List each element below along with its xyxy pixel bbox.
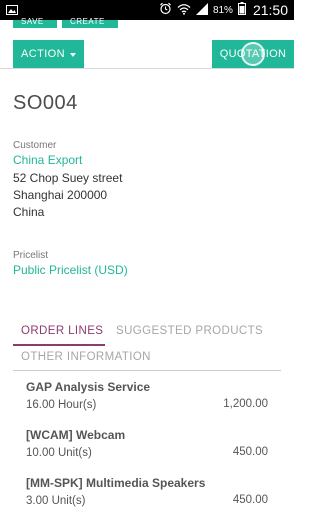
- battery-percent: 81%: [212, 4, 233, 16]
- image-icon: [6, 3, 18, 21]
- tab-other-information[interactable]: OTHER INFORMATION: [21, 351, 151, 363]
- address-line-3: China: [13, 205, 45, 219]
- order-reference: SO004: [13, 92, 78, 114]
- pricelist-link[interactable]: Public Pricelist (USD): [13, 263, 128, 277]
- order-line[interactable]: [WCAM] Webcam 10.00 Unit(s) 450.00: [26, 428, 268, 459]
- action-button-label: ACTION: [21, 48, 65, 60]
- order-line-product: [MM-SPK] Multimedia Speakers: [26, 476, 206, 490]
- wifi-icon: [177, 3, 191, 18]
- status-bar: 81% 21:50: [0, 0, 294, 20]
- tab-order-lines[interactable]: ORDER LINES: [13, 320, 105, 346]
- address-line-1: 52 Chop Suey street: [13, 171, 123, 185]
- create-button[interactable]: CREATE: [62, 17, 118, 28]
- save-button[interactable]: SAVE: [13, 17, 57, 28]
- tab-suggested-products[interactable]: SUGGESTED PRODUCTS: [116, 325, 263, 337]
- caret-down-icon: [69, 52, 76, 57]
- order-line-quantity: 3.00 Unit(s): [26, 495, 86, 507]
- customer-link[interactable]: China Export: [13, 153, 82, 167]
- order-line-amount: 450.00: [232, 446, 268, 458]
- action-dropdown-button[interactable]: ACTION: [13, 40, 84, 68]
- tabs-divider: [13, 370, 281, 371]
- alarm-icon: [159, 2, 172, 18]
- order-line-amount: 1,200.00: [223, 398, 268, 410]
- clock: 21:50: [252, 2, 288, 18]
- top-button-row: SAVE CREATE: [0, 17, 294, 28]
- pricelist-label: Pricelist: [13, 250, 49, 261]
- address-line-2: Shanghai 200000: [13, 188, 108, 202]
- order-line-product: GAP Analysis Service: [26, 380, 151, 394]
- create-button-label: CREATE: [70, 17, 105, 25]
- order-line-amount: 450.00: [232, 494, 268, 506]
- save-button-label: SAVE: [21, 17, 44, 25]
- order-line-quantity: 10.00 Unit(s): [26, 447, 92, 459]
- order-line-product: [WCAM] Webcam: [26, 428, 126, 442]
- signal-icon: [195, 2, 208, 18]
- battery-icon: [237, 2, 246, 18]
- order-line[interactable]: GAP Analysis Service 16.00 Hour(s) 1,200…: [26, 380, 268, 411]
- order-line[interactable]: [MM-SPK] Multimedia Speakers 3.00 Unit(s…: [26, 476, 268, 507]
- touch-indicator: [241, 42, 265, 66]
- action-bar: ACTION QUOTATION: [0, 40, 294, 69]
- customer-label: Customer: [13, 140, 57, 151]
